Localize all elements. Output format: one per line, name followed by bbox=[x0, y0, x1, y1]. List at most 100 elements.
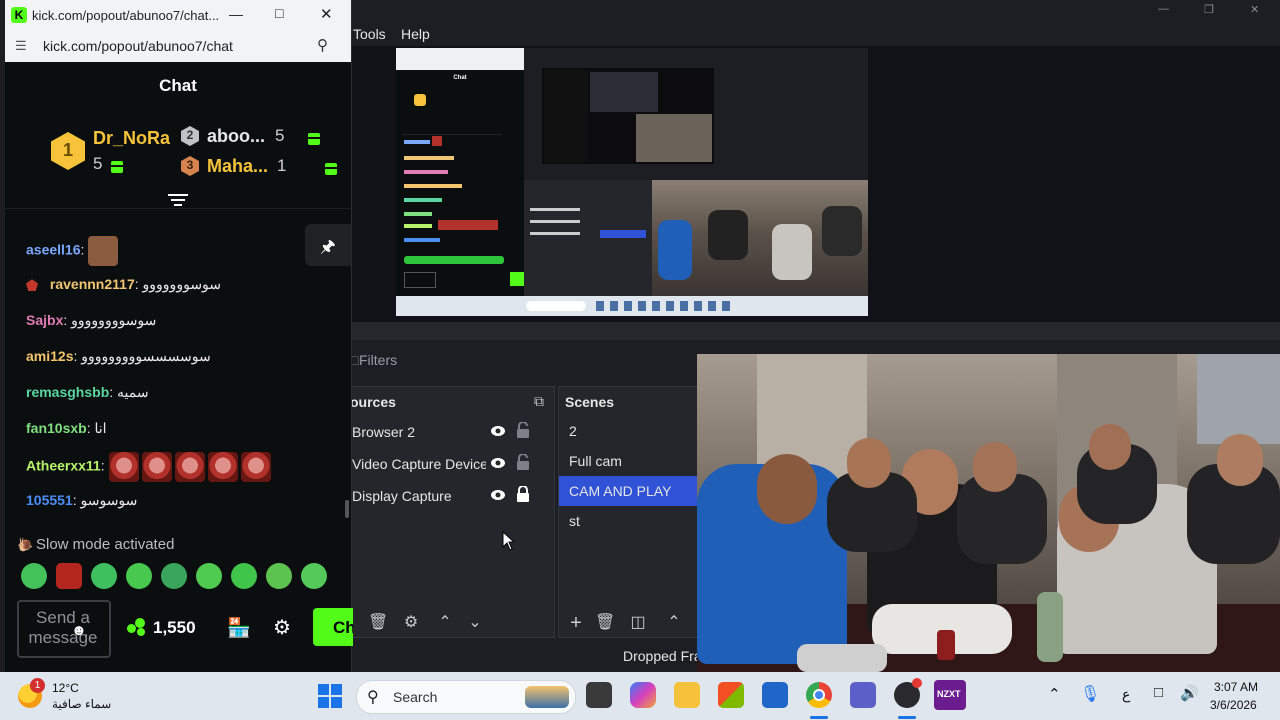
file-explorer-icon[interactable] bbox=[674, 682, 700, 708]
scene-item-cam-and-play[interactable]: CAM AND PLAY bbox=[559, 476, 697, 506]
locked-icon[interactable] bbox=[516, 486, 530, 503]
emote-button[interactable] bbox=[161, 563, 187, 589]
move-down-icon[interactable]: ⌄ bbox=[466, 614, 484, 632]
scene-item-full-cam[interactable]: Full cam bbox=[559, 446, 697, 476]
chat-username[interactable]: 105551 bbox=[26, 492, 73, 508]
emote-button[interactable] bbox=[266, 563, 292, 589]
move-up-icon[interactable]: ⌃ bbox=[436, 614, 454, 632]
leader-2-name[interactable]: aboo... bbox=[207, 126, 265, 147]
taskbar-search-box[interactable]: ⚲ Search bbox=[356, 680, 576, 714]
zoom-magnifier-icon[interactable]: ⚲ bbox=[317, 36, 328, 54]
collapse-leaderboard-icon[interactable] bbox=[168, 194, 188, 208]
close-button[interactable]: ✕ bbox=[320, 5, 333, 23]
chat-username[interactable]: aseell16 bbox=[26, 242, 81, 258]
microphone-icon[interactable]: 🎙 bbox=[1080, 684, 1100, 704]
menu-help[interactable]: Help bbox=[401, 26, 430, 42]
remove-scene-trash-icon[interactable]: 🗑 bbox=[595, 614, 615, 632]
chrome-icon[interactable] bbox=[806, 682, 832, 708]
visibility-eye-icon[interactable] bbox=[490, 487, 506, 503]
chat-username[interactable]: Sajbx bbox=[26, 312, 63, 328]
filters-tab[interactable]: □ Filters bbox=[350, 346, 410, 374]
emote-button[interactable] bbox=[21, 563, 47, 589]
emote-button[interactable] bbox=[196, 563, 222, 589]
copilot-icon[interactable] bbox=[630, 682, 656, 708]
preview-obs-docks bbox=[524, 180, 652, 296]
emote-image bbox=[108, 452, 139, 482]
source-properties-gear-icon[interactable]: ⚙ bbox=[402, 614, 420, 632]
sources-title: ources bbox=[350, 394, 396, 410]
url-bar[interactable]: ☰ kick.com/popout/abunoo7/chat ⚲ bbox=[5, 30, 351, 63]
scene-filters-icon[interactable]: ◫ bbox=[629, 614, 647, 632]
chat-username[interactable]: ami12s bbox=[26, 348, 73, 364]
chat-header-title: Chat bbox=[159, 76, 197, 95]
pin-button[interactable]: 🖈 bbox=[305, 224, 351, 266]
network-icon[interactable]: □ bbox=[1154, 684, 1163, 701]
scene-move-up-icon[interactable]: ⌃ bbox=[665, 614, 683, 632]
rank-3-number: 3 bbox=[186, 158, 194, 172]
scene-item-st[interactable]: st bbox=[559, 506, 697, 536]
menu-tools[interactable]: Tools bbox=[353, 26, 386, 42]
store-icon[interactable]: 🏪 bbox=[227, 616, 251, 640]
chat-send-button[interactable]: Ch bbox=[313, 608, 353, 646]
scene-item-2[interactable]: 2 bbox=[559, 416, 697, 446]
chat-scrollbar[interactable] bbox=[345, 500, 349, 518]
chat-message-input[interactable]: Send a message ☻ bbox=[17, 600, 111, 658]
nzxt-cam-icon[interactable]: NZXT bbox=[934, 680, 966, 710]
add-scene-plus-icon[interactable]: + bbox=[567, 613, 585, 633]
source-row-video-capture[interactable]: Video Capture Device 2 bbox=[344, 449, 550, 479]
outlook-icon[interactable] bbox=[762, 682, 788, 708]
obs-active-indicator bbox=[898, 716, 916, 719]
source-row-display-capture[interactable]: Display Capture bbox=[344, 481, 550, 511]
sources-dock: ources ⧉ Browser 2 Video Capture Device … bbox=[343, 386, 555, 638]
obs-close-button[interactable]: ✕ bbox=[1250, 3, 1259, 16]
leader-1-name[interactable]: Dr_NoRa bbox=[93, 128, 170, 149]
obs-minimize-button[interactable]: — bbox=[1158, 3, 1169, 15]
scene-label: Full cam bbox=[569, 453, 622, 469]
emote-button[interactable] bbox=[301, 563, 327, 589]
emote-button[interactable] bbox=[91, 563, 117, 589]
unlocked-icon[interactable] bbox=[516, 454, 530, 471]
visibility-eye-icon[interactable] bbox=[490, 455, 506, 471]
teams-icon[interactable] bbox=[850, 682, 876, 708]
show-hidden-icons-chevron-icon[interactable]: ⌃ bbox=[1048, 685, 1061, 703]
chat-username[interactable]: fan10sxb bbox=[26, 420, 87, 436]
emote-image bbox=[240, 452, 271, 482]
input-language[interactable]: ع bbox=[1122, 686, 1130, 703]
clock-time[interactable]: 3:07 AM bbox=[1214, 680, 1258, 694]
remove-source-trash-icon[interactable]: 🗑 bbox=[368, 614, 388, 632]
mouse-cursor-icon bbox=[502, 531, 516, 551]
search-label: Search bbox=[393, 689, 438, 705]
chat-text: سميه bbox=[117, 384, 149, 400]
maximize-button[interactable]: □ bbox=[275, 5, 283, 21]
volume-icon[interactable]: 🔊 bbox=[1180, 684, 1199, 702]
site-info-icon[interactable]: ☰ bbox=[15, 38, 27, 54]
emote-button[interactable] bbox=[56, 563, 82, 589]
chat-username[interactable]: remasghsbb bbox=[26, 384, 109, 400]
chat-username[interactable]: ravennn2117 bbox=[50, 276, 135, 292]
clock-date[interactable]: 3/6/2026 bbox=[1210, 698, 1257, 712]
minimize-button[interactable]: — bbox=[229, 6, 243, 22]
task-view-icon[interactable] bbox=[586, 682, 612, 708]
leader-3-name[interactable]: Maha... bbox=[207, 156, 268, 177]
source-row-browser-2[interactable]: Browser 2 bbox=[344, 417, 550, 447]
chat-username[interactable]: Atheerxx11 bbox=[26, 458, 101, 474]
weather-temp[interactable]: 12°C bbox=[52, 681, 79, 695]
visibility-eye-icon[interactable] bbox=[490, 423, 506, 439]
obs-maximize-button[interactable]: ❐ bbox=[1204, 3, 1214, 16]
undock-icon[interactable]: ⧉ bbox=[534, 393, 544, 410]
docks-divider bbox=[350, 322, 1280, 340]
emote-button[interactable] bbox=[126, 563, 152, 589]
emote-image bbox=[141, 452, 172, 482]
chat-message: Sajbx: سوسوووووووو bbox=[26, 308, 156, 332]
emoji-picker-icon[interactable]: ☻ bbox=[71, 622, 87, 639]
scenes-dock: Scenes 2 Full cam CAM AND PLAY st + 🗑 ◫ … bbox=[558, 386, 699, 638]
emote-button[interactable] bbox=[231, 563, 257, 589]
chat-settings-gear-icon[interactable]: ⚙ bbox=[273, 615, 291, 640]
chat-send-label: Ch bbox=[333, 618, 353, 637]
start-windows-icon[interactable] bbox=[318, 684, 342, 708]
obs-preview-canvas[interactable]: Chat bbox=[396, 48, 868, 316]
microsoft-store-icon[interactable] bbox=[718, 682, 744, 708]
obs-menubar: Tools Help bbox=[350, 22, 1280, 46]
points-balance[interactable]: 1,550 bbox=[153, 618, 196, 638]
unlocked-icon[interactable] bbox=[516, 422, 530, 439]
